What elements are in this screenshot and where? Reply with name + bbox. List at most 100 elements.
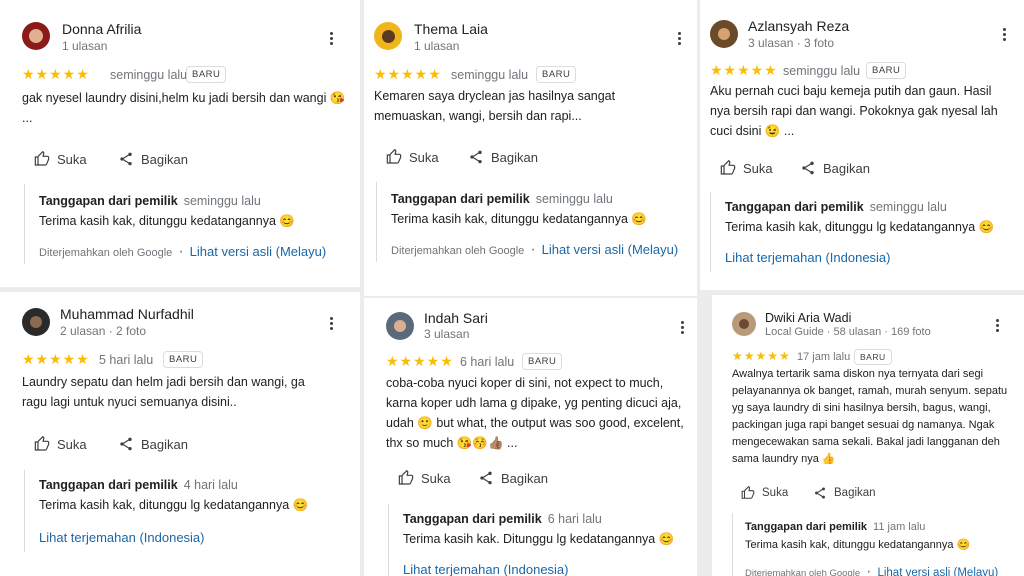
like-label: Suka [421,470,451,486]
like-label: Suka [57,436,87,452]
share-button[interactable]: Bagikan [478,470,548,486]
thumbs-up-icon [720,160,736,175]
new-badge: BARU [522,353,563,370]
star-rating: ★★★★★ [22,66,90,82]
share-button[interactable]: Bagikan [800,160,870,176]
review-text: Kemaren saya dryclean jas hasilnya sanga… [374,89,616,123]
share-label: Bagikan [141,151,188,167]
reviewer-name[interactable]: Dwiki Aria Wadi [765,311,851,325]
thumbs-up-icon [741,486,755,499]
review-date: 6 hari lalu [460,355,515,369]
owner-reply: Tanggapan dari pemilik 6 hari lalu Terima… [388,504,688,576]
share-icon [815,487,825,499]
share-label: Bagikan [834,487,876,499]
owner-reply-title: Tanggapan dari pemilik [725,200,864,214]
see-translation-link[interactable]: Lihat terjemahan (Indonesia) [39,530,205,545]
review-date: seminggu lalu [783,64,861,78]
owner-reply-text: Terima kasih kak. Ditunggu lg kedatangan… [403,532,675,546]
reviewer-meta: Local Guide · 58 ulasan · 169 foto [765,326,931,338]
translated-by-label: Diterjemahkan oleh Google [745,568,861,576]
owner-reply-text: Terima kasih kak, ditunggu kedatangannya… [39,214,295,228]
translated-by-label: Diterjemahkan oleh Google [39,247,173,259]
review-card: Muhammad Nurfadhil 2 ulasan · 2 foto ★★★… [0,292,360,576]
review-date: seminggu lalu [451,68,529,82]
owner-reply-date: seminggu lalu [869,200,947,214]
thumbs-up-icon [398,470,414,485]
owner-reply-header: Tanggapan dari pemilik 11 jam lalu [745,521,1022,533]
review-date: 5 hari lalu [99,353,154,367]
share-icon [480,471,492,485]
share-icon [120,437,132,451]
review-card: Dwiki Aria Wadi Local Guide · 58 ulasan … [712,295,1024,576]
see-original-link[interactable]: Lihat versi asli (Melayu) [877,567,998,576]
see-translation-link[interactable]: Lihat terjemahan (Indonesia) [403,562,569,576]
like-button[interactable]: Suka [34,151,87,167]
more-options-icon[interactable] [326,30,336,48]
more-options-icon[interactable] [992,317,1002,335]
new-badge: BARU [866,62,907,79]
avatar[interactable] [22,22,50,50]
share-label: Bagikan [501,470,548,486]
share-button[interactable]: Bagikan [118,436,188,452]
like-button[interactable]: Suka [398,470,451,486]
more-options-icon[interactable] [999,26,1009,44]
like-label: Suka [762,487,789,499]
like-button[interactable]: Suka [720,160,773,176]
more-options-icon[interactable] [674,30,684,48]
owner-reply-date: 4 hari lalu [183,478,238,492]
share-icon [120,152,132,166]
owner-reply: Tanggapan dari pemilik seminggu lalu Teri… [24,184,344,264]
avatar[interactable] [374,22,402,50]
star-rating: ★★★★★ [374,66,442,82]
more-options-icon[interactable] [677,319,687,337]
share-icon [802,161,814,175]
owner-reply-title: Tanggapan dari pemilik [39,194,178,208]
owner-reply-title: Tanggapan dari pemilik [39,478,178,492]
reviewer-name[interactable]: Indah Sari [424,310,488,326]
share-button[interactable]: Bagikan [118,151,188,167]
avatar[interactable] [732,312,756,336]
owner-reply-title: Tanggapan dari pemilik [403,512,542,526]
share-button[interactable]: Bagikan [813,486,876,500]
like-label: Suka [57,151,87,167]
reviewer-name[interactable]: Muhammad Nurfadhil [60,306,194,322]
reviewer-meta: 3 ulasan · 3 foto [748,36,835,50]
share-icon [470,150,482,164]
avatar[interactable] [710,20,738,48]
review-text: Laundry sepatu dan helm jadi bersih dan … [22,375,305,409]
review-date: 17 jam lalu [797,351,851,363]
see-translation-link[interactable]: Lihat terjemahan (Indonesia) [725,250,891,265]
owner-reply-text: Terima kasih kak, ditunggu lg kedatangan… [39,498,309,512]
reviewer-name[interactable]: Thema Laia [414,21,488,37]
owner-reply-header: Tanggapan dari pemilik 4 hari lalu [39,478,344,492]
owner-reply-text: Terima kasih kak, ditunggu kedatangannya… [745,539,971,551]
thumbs-up-icon [34,436,50,451]
new-badge: BARU [854,349,892,365]
star-rating: ★★★★★ [710,62,778,78]
owner-reply: Tanggapan dari pemilik seminggu lalu Teri… [710,192,1018,272]
like-button[interactable]: Suka [386,149,439,165]
owner-reply-text: Terima kasih kak, ditunggu kedatangannya… [391,212,647,226]
review-text: Awalnya tertarik sama diskon nya ternyat… [732,368,1008,465]
see-original-link[interactable]: Lihat versi asli (Melayu) [190,244,327,259]
owner-reply: Tanggapan dari pemilik seminggu lalu Teri… [376,182,696,262]
more-options-icon[interactable] [326,315,336,333]
owner-reply-header: Tanggapan dari pemilik seminggu lalu [39,194,344,208]
new-badge: BARU [536,66,577,83]
new-badge: BARU [163,351,204,368]
owner-reply-date: seminggu lalu [183,194,261,208]
translated-by-label: Diterjemahkan oleh Google [391,245,525,257]
see-original-link[interactable]: Lihat versi asli (Melayu) [542,242,679,257]
star-rating: ★★★★★ [386,353,454,369]
reviewer-name[interactable]: Donna Afrilia [62,21,141,37]
share-label: Bagikan [491,149,538,165]
share-button[interactable]: Bagikan [468,149,538,165]
share-label: Bagikan [141,436,188,452]
owner-reply-text: Terima kasih kak, ditunggu lg kedatangan… [725,220,995,234]
avatar[interactable] [386,312,414,340]
avatar[interactable] [22,308,50,336]
reviewer-name[interactable]: Azlansyah Reza [748,18,849,34]
like-button[interactable]: Suka [34,436,87,452]
like-button[interactable]: Suka [741,486,788,500]
review-text: coba-coba nyuci koper di sini, not expec… [386,376,684,450]
